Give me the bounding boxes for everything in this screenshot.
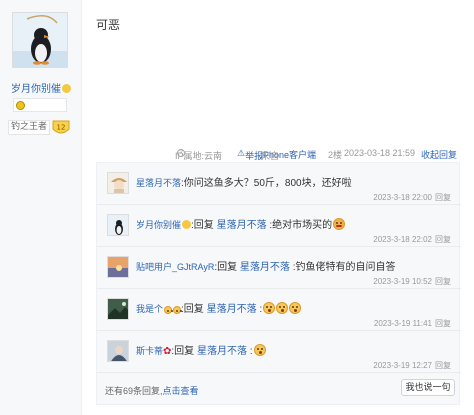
reply-item: 贴吧用户_GJtRAyR:回复 星落月不落 :钓鱼佬特有的自问自答 2023-3… <box>97 249 461 289</box>
reply-action-link[interactable]: 回复 <box>435 361 451 370</box>
reply-text: 贴吧用户_GJtRAyR:回复 星落月不落 :钓鱼佬特有的自问自答 <box>136 258 456 273</box>
reply-action-link[interactable]: 回复 <box>435 235 451 244</box>
post-content: 可恶 <box>96 18 121 32</box>
author-level-bar <box>13 98 67 112</box>
anime-girl-avatar-image <box>108 173 128 193</box>
reply-action-link[interactable]: 回复 <box>435 193 451 202</box>
reply-panel: 星落月不落:你问这鱼多大？50斤，800块，还好啦 2023-3-18 22:0… <box>96 162 461 405</box>
cat-emoji-icon <box>164 306 173 314</box>
reply-item: 斯卡蒂✿:回复 星落月不落 : 2023-3-19 12:27 回复 <box>97 333 461 373</box>
reply-text: 斯卡蒂✿:回复 星落月不落 : <box>136 342 456 357</box>
floor-number: 2楼 <box>328 150 343 160</box>
reply-username[interactable]: 斯卡蒂 <box>136 346 163 356</box>
landscape-avatar-image <box>108 299 128 319</box>
author-badge[interactable]: 钓之王者 12 <box>8 120 74 136</box>
penguin-avatar-image <box>108 215 128 235</box>
reply-content: : <box>259 304 263 315</box>
penguin-avatar-image <box>13 13 67 67</box>
angry-emoji-icon <box>333 218 346 230</box>
reply-avatar[interactable] <box>107 256 129 278</box>
reply-item: 我是个 :回复 星落月不落 : 2023-3-19 11:41 回复 <box>97 291 461 331</box>
write-reply-button[interactable]: 我也说一句 <box>401 379 455 396</box>
sunset-avatar-image <box>108 257 128 277</box>
badge-title: 钓之王者 <box>8 120 50 135</box>
reply-time: 2023-3-18 22:00 <box>373 193 432 202</box>
report-link[interactable]: ⚠ 举报 <box>237 148 263 161</box>
reply-time: 2023-3-19 12:27 <box>373 361 432 370</box>
reply-avatar[interactable] <box>107 298 129 320</box>
reply-time: 2023-3-19 11:41 <box>373 319 432 328</box>
author-username[interactable]: 岁月你别催 <box>0 80 82 95</box>
source-prefix: 来自 <box>261 151 280 161</box>
reply-target-link[interactable]: 星落月不落 <box>217 220 267 231</box>
reply-avatar[interactable] <box>107 340 129 362</box>
cat-emoji-icon <box>173 306 182 314</box>
smile-emoji-icon <box>182 220 192 229</box>
reply-meta: 2023-3-18 22:02 回复 <box>373 234 451 245</box>
view-more-link[interactable]: 点击查看 <box>163 386 199 396</box>
badge-level-number: 12 <box>57 124 66 132</box>
author-username-text[interactable]: 岁月你别催 <box>11 84 61 95</box>
post-time: 2023-03-18 21:59 <box>344 148 416 158</box>
reply-prefix: :回复 <box>171 346 195 357</box>
reply-prefix: :回复 <box>181 304 204 315</box>
shocked-emoji-icon <box>263 302 276 314</box>
reply-prefix: :回复 <box>191 220 214 231</box>
more-replies-count: 还有69条回复, <box>105 386 163 396</box>
reply-username[interactable]: 岁月你别催 <box>136 220 181 230</box>
reply-time: 2023-3-19 10:52 <box>373 277 432 286</box>
character-avatar-image <box>108 341 128 361</box>
reply-meta: 2023-3-19 10:52 回复 <box>373 276 451 287</box>
reply-target-link[interactable]: 星落月不落 <box>197 346 247 357</box>
reply-meta: 2023-3-18 22:00 回复 <box>373 192 451 203</box>
reply-avatar[interactable] <box>107 172 129 194</box>
reply-content: : <box>249 346 253 357</box>
reply-footer: 还有69条回复,点击查看 我也说一句 <box>105 379 455 397</box>
help-icon[interactable]: ? <box>177 149 185 157</box>
reply-text: 岁月你别催 :回复 星落月不落 :绝对市场买的 <box>136 216 456 231</box>
badge-level-icon: 12 <box>52 120 70 134</box>
reply-action-link[interactable]: 回复 <box>435 319 451 328</box>
shocked-emoji-icon <box>289 302 302 314</box>
reply-content: :钓鱼佬特有的自问自答 <box>292 262 396 273</box>
more-replies-text: 还有69条回复,点击查看 <box>105 384 199 397</box>
reply-action-link[interactable]: 回复 <box>435 277 451 286</box>
author-sidebar: 岁月你别催 钓之王者 12 <box>0 0 82 415</box>
level-medal-icon <box>16 101 25 110</box>
reply-meta: 2023-3-19 11:41 回复 <box>374 318 451 329</box>
reply-username[interactable]: 星落月不落 <box>136 178 181 188</box>
reply-content: 你问这鱼多大？50斤，800块，还好啦 <box>183 178 352 189</box>
shocked-emoji-icon <box>253 344 266 356</box>
reply-avatar[interactable] <box>107 214 129 236</box>
post-meta: IP属地:云南? ⚠ 举报 来自 iPhone客户端 2楼 2023-03-18 2… <box>96 147 461 161</box>
reply-prefix: :回复 <box>214 262 238 273</box>
shocked-emoji-icon <box>276 302 289 314</box>
post-source: 来自 iPhone客户端 <box>261 148 316 161</box>
reply-time: 2023-3-18 22:02 <box>373 235 432 244</box>
reply-content: :绝对市场买的 <box>269 220 333 231</box>
reply-item: 星落月不落:你问这鱼多大？50斤，800块，还好啦 2023-3-18 22:0… <box>97 165 461 205</box>
reply-target-link[interactable]: 星落月不落 <box>207 304 257 315</box>
reply-meta: 2023-3-19 12:27 回复 <box>373 360 451 371</box>
smile-emoji-icon <box>62 84 71 93</box>
reply-text: 我是个 :回复 星落月不落 : <box>136 300 456 315</box>
reply-username[interactable]: 我是个 <box>136 304 163 314</box>
collapse-replies-link[interactable]: 收起回复 <box>421 148 457 161</box>
author-avatar[interactable] <box>12 12 68 68</box>
reply-target-link[interactable]: 星落月不落 <box>240 262 290 273</box>
reply-item: 岁月你别催 :回复 星落月不落 :绝对市场买的 2023-3-18 22:02 回复 <box>97 207 461 247</box>
reply-username[interactable]: 贴吧用户_GJtRAyR <box>136 262 214 272</box>
reply-text: 星落月不落:你问这鱼多大？50斤，800块，还好啦 <box>136 174 456 189</box>
